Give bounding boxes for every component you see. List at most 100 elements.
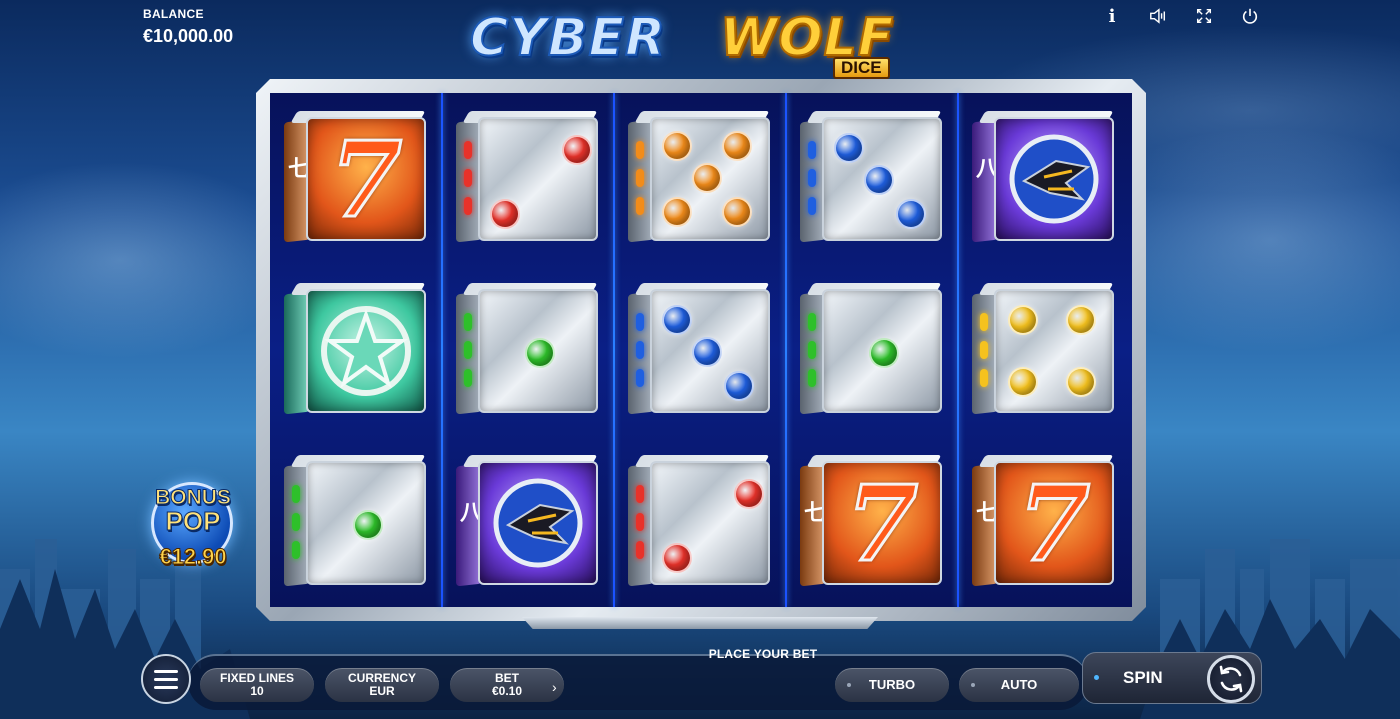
bet-value: €0.10 [491,684,523,698]
bonus-pop-amount: €12.90 [159,544,227,570]
die-face [650,117,770,241]
die-side-pip [636,169,644,187]
reel-separator [957,93,959,607]
die-side-pip [980,341,988,359]
symbol-star-green [284,283,430,415]
hamburger-icon-bar [154,685,178,689]
seven-symbol: 7 [1016,461,1091,585]
auto-button[interactable]: AUTO [959,668,1079,702]
currency-control[interactable]: CURRENCY EUR [325,668,439,702]
die-side-pip [464,313,472,331]
sound-icon[interactable] [1148,6,1168,26]
hamburger-icon-bar [154,669,178,673]
spin-button[interactable]: SPIN [1082,652,1262,704]
auto-label: AUTO [1000,677,1038,692]
die-side-pip [636,485,644,503]
seven-face: 7 [822,461,942,585]
symbol-dice-2-red [456,111,602,243]
balance-label: BALANCE [143,7,204,21]
spin-label: SPIN [1123,668,1163,687]
reel-separator [613,93,615,607]
die-face [822,117,942,241]
die-pip [525,338,555,368]
die-side-pip [464,169,472,187]
die-side-pip [464,197,472,215]
game-logo: CYBER WOLF DICE [440,4,930,82]
die-side-pip [636,541,644,559]
die-pip [353,510,383,540]
bonus-pop-badge: BONUS POP €12.90 [145,478,241,574]
reel-area: 七7八八七7七7 [270,93,1132,607]
symbol-ship-purple: 八 [972,111,1118,243]
bet-increase-arrow-icon[interactable]: › [552,679,557,695]
die-face [650,289,770,413]
die-side-pip [808,369,816,387]
die-side-pip [980,313,988,331]
die-pip [1066,305,1096,335]
die-side-pip [636,341,644,359]
die-side-pip [464,141,472,159]
die-side-pip [636,141,644,159]
die-pip [662,305,692,335]
auto-indicator [971,683,975,687]
die-pip [692,163,722,193]
ship-face [994,117,1114,241]
die-face [306,461,426,585]
symbol-seven: 七7 [284,111,430,243]
bonus-pop-line1: BONUS [155,486,232,509]
die-side-pip [636,313,644,331]
spin-indicator [1094,675,1099,680]
symbol-dice-1-green [800,283,946,415]
symbol-ship-purple: 八 [456,455,602,587]
die-pip [692,337,722,367]
top-toolbar: i [1102,6,1260,27]
die-side-pip [464,341,472,359]
symbol-dice-4-yellow [972,283,1118,415]
die-pip [1066,367,1096,397]
die-pip [896,199,926,229]
die-side-pip [636,197,644,215]
symbol-dice-5-orange [628,111,774,243]
reel-separator [441,93,443,607]
die-pip [562,135,592,165]
die-side-pip [292,513,300,531]
die-pip [834,133,864,163]
spin-refresh-icon[interactable] [1207,655,1255,703]
info-icon[interactable]: i [1102,6,1122,27]
die-face [478,289,598,413]
symbol-dice-3-blue [800,111,946,243]
logo-subtitle: DICE [833,57,890,79]
symbol-dice-3-blue [628,283,774,415]
die-side-pip [808,313,816,331]
bet-control[interactable]: BET €0.10 [450,668,564,702]
star-face [306,289,426,413]
die-pip [722,131,752,161]
die-pip [662,131,692,161]
power-icon[interactable] [1240,6,1260,26]
die-side-pip [808,169,816,187]
spaceship-icon [493,478,583,568]
die-side-pip [292,485,300,503]
die-side-pip [808,197,816,215]
seven-face: 7 [306,117,426,241]
star-icon [321,306,411,396]
symbol-seven: 七7 [972,455,1118,587]
die-pip [722,197,752,227]
menu-button[interactable] [141,654,191,704]
seven-face: 7 [994,461,1114,585]
die-pip [864,165,894,195]
ship-face [478,461,598,585]
fullscreen-icon[interactable] [1194,6,1214,26]
symbol-dice-2-red [628,455,774,587]
turbo-button[interactable]: TURBO [835,668,949,702]
reel-separator [785,93,787,607]
bonus-pop-title: BONUS POP [145,486,241,535]
die-side-pip [808,141,816,159]
die-pip [662,543,692,573]
seven-symbol: 7 [328,117,403,241]
control-bar [188,654,1088,710]
die-pip [734,479,764,509]
fixed-lines-control[interactable]: FIXED LINES 10 [200,668,314,702]
die-pip [1008,305,1038,335]
symbol-seven: 七7 [800,455,946,587]
